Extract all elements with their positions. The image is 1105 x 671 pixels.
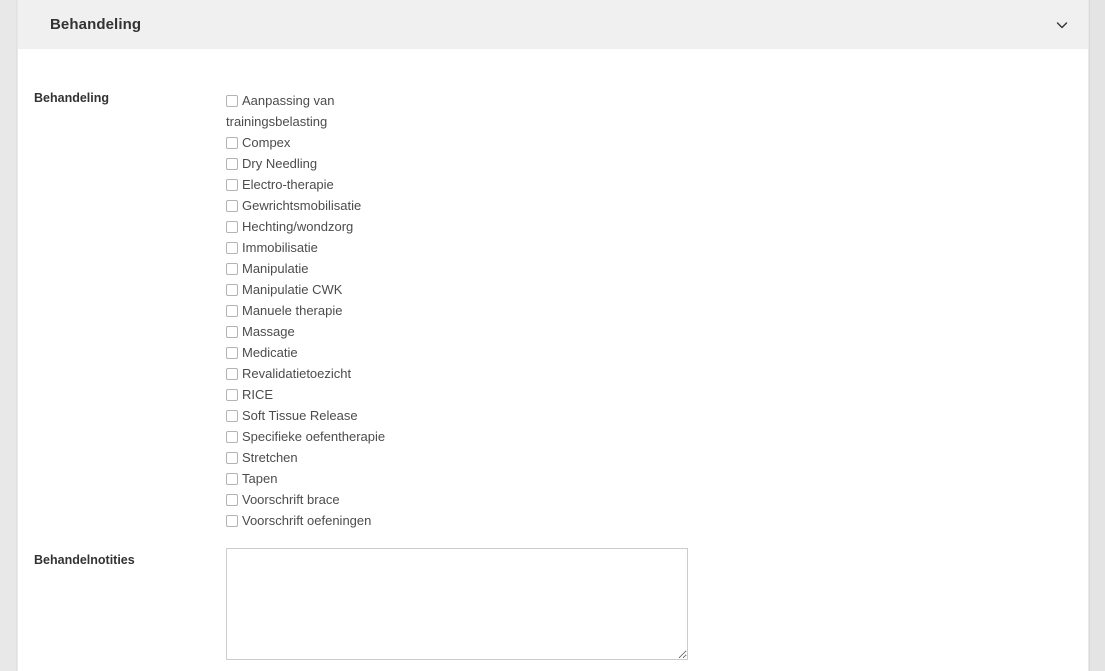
checkbox-option-label: Voorschrift brace [242, 492, 340, 507]
checkbox-option[interactable]: Electro-therapie [226, 174, 411, 195]
panel-header[interactable]: Behandeling [18, 0, 1088, 49]
checkbox-input[interactable] [226, 158, 238, 170]
field-behandeling: Aanpassing van trainingsbelasting Compex D… [226, 90, 1088, 531]
checkbox-input[interactable] [226, 242, 238, 254]
checkbox-option-label: Manuele therapie [242, 303, 343, 318]
checkbox-option[interactable]: Medicatie [226, 342, 411, 363]
checkbox-option[interactable]: Manipulatie CWK [226, 279, 411, 300]
chevron-down-icon[interactable] [1054, 17, 1070, 33]
checkbox-input[interactable] [226, 221, 238, 233]
checkbox-option-label: Compex [242, 135, 291, 150]
checkbox-option[interactable]: Specifieke oefentherapie [226, 426, 411, 447]
checkbox-option[interactable]: Manipulatie [226, 258, 411, 279]
page-scroll-track[interactable] [1089, 0, 1105, 671]
checkbox-option[interactable]: Hechting/wondzorg [226, 216, 411, 237]
checkbox-input[interactable] [226, 200, 238, 212]
checkbox-input[interactable] [226, 473, 238, 485]
checkbox-input[interactable] [226, 95, 238, 107]
checkbox-option-label: Specifieke oefentherapie [242, 429, 386, 444]
checkbox-input[interactable] [226, 494, 238, 506]
checkbox-option-label: Electro-therapie [242, 177, 334, 192]
checkbox-option[interactable]: Voorschrift brace [226, 489, 411, 510]
checkbox-input[interactable] [226, 368, 238, 380]
checkbox-option[interactable]: Soft Tissue Release [226, 405, 411, 426]
checkbox-option[interactable]: Dry Needling [226, 153, 411, 174]
checkbox-option-label: Stretchen [242, 450, 298, 465]
page-root: Behandeling Behandeling Aanpassing van t… [0, 0, 1105, 671]
checkbox-option[interactable]: Gewrichtsmobilisatie [226, 195, 411, 216]
form-row-behandelnotities: Behandelnotities [18, 548, 1088, 660]
checkbox-option-label: Manipulatie CWK [242, 282, 343, 297]
checkbox-option-label: Voorschrift oefeningen [242, 513, 372, 528]
checkbox-option[interactable]: Massage [226, 321, 411, 342]
checkbox-option[interactable]: Voorschrift oefeningen [226, 510, 411, 531]
checkbox-input[interactable] [226, 515, 238, 527]
behandeling-panel: Behandeling Behandeling Aanpassing van t… [18, 0, 1088, 671]
checkbox-option[interactable]: Aanpassing van trainingsbelasting [226, 90, 411, 132]
behandelnotities-textarea[interactable] [226, 548, 688, 660]
checkbox-option[interactable]: RICE [226, 384, 411, 405]
checkbox-input[interactable] [226, 284, 238, 296]
checkbox-option-label: Tapen [242, 471, 278, 486]
checkbox-input[interactable] [226, 347, 238, 359]
checkbox-option-label: Hechting/wondzorg [242, 219, 354, 234]
checkbox-option-label: Revalidatietoezicht [242, 366, 352, 381]
field-label-behandeling: Behandeling [34, 91, 110, 105]
checkbox-option[interactable]: Compex [226, 132, 411, 153]
checkbox-option[interactable]: Revalidatietoezicht [226, 363, 411, 384]
checkbox-input[interactable] [226, 326, 238, 338]
checkbox-option-label: Manipulatie [242, 261, 309, 276]
checkbox-option-label: Soft Tissue Release [242, 408, 358, 423]
behandeling-checkbox-group: Aanpassing van trainingsbelasting Compex D… [226, 90, 411, 531]
checkbox-option-label: Gewrichtsmobilisatie [242, 198, 362, 213]
checkbox-input[interactable] [226, 431, 238, 443]
checkbox-option[interactable]: Stretchen [226, 447, 411, 468]
checkbox-option-label: Medicatie [242, 345, 298, 360]
field-behandelnotities [226, 548, 1088, 660]
checkbox-input[interactable] [226, 452, 238, 464]
checkbox-option[interactable]: Tapen [226, 468, 411, 489]
field-label-behandelnotities: Behandelnotities [34, 553, 135, 567]
page-left-gutter [0, 0, 17, 671]
form-row-behandeling: Behandeling Aanpassing van trainingsbela… [18, 90, 1088, 531]
checkbox-option-label: RICE [242, 387, 274, 402]
checkbox-option[interactable]: Manuele therapie [226, 300, 411, 321]
checkbox-input[interactable] [226, 305, 238, 317]
checkbox-input[interactable] [226, 410, 238, 422]
checkbox-input[interactable] [226, 137, 238, 149]
checkbox-input[interactable] [226, 179, 238, 191]
checkbox-input[interactable] [226, 389, 238, 401]
panel-body: Behandeling Aanpassing van trainingsbela… [18, 90, 1088, 660]
checkbox-option[interactable]: Immobilisatie [226, 237, 411, 258]
checkbox-option-label: Immobilisatie [242, 240, 318, 255]
checkbox-input[interactable] [226, 263, 238, 275]
checkbox-option-label: Massage [242, 324, 295, 339]
checkbox-option-label: Aanpassing van trainingsbelasting [226, 93, 335, 129]
panel-title: Behandeling [50, 16, 142, 33]
checkbox-option-label: Dry Needling [242, 156, 318, 171]
